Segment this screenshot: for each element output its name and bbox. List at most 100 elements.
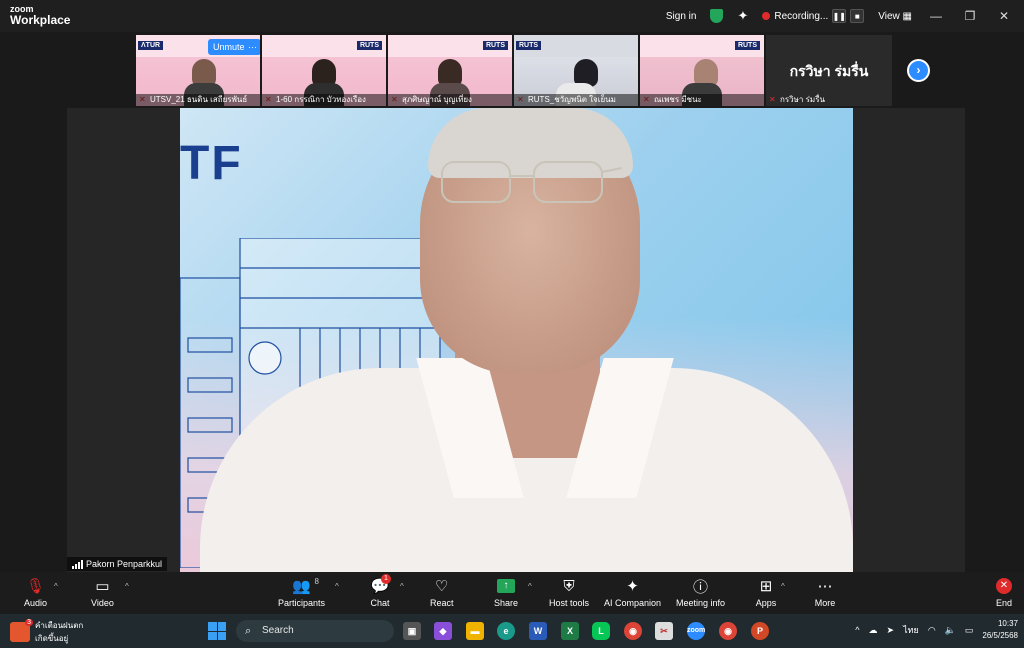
participant-name: ณเพชร มีชนะ — [640, 94, 764, 106]
active-speaker-video[interactable]: TF — [180, 108, 853, 572]
speaker-name: Pakorn Penparkkul — [86, 559, 163, 569]
brand-logo: RUTS — [356, 41, 382, 50]
participant-name: สุภศิษญาณ์ บุญเที่ยง — [388, 94, 512, 106]
end-label: End — [995, 598, 1012, 608]
video-options-chevron-icon[interactable]: ^ — [125, 582, 129, 591]
windows-start-icon[interactable] — [208, 622, 226, 640]
chrome-icon[interactable]: ◉ — [624, 622, 642, 640]
view-button[interactable]: View ▦ — [878, 11, 912, 22]
input-language[interactable]: ไทย — [903, 623, 919, 637]
participant-tile[interactable]: ɅTUR Unmute ··· ✕ UTSV_21 ธนดิน เสถียรพั… — [136, 35, 260, 106]
participant-tile[interactable]: RUTS ✕ 1-60 กรรณิกา บัวทองเรือง — [262, 35, 386, 106]
video-button[interactable]: ▭ Video — [91, 577, 114, 608]
pause-recording-button[interactable]: ❚❚ — [832, 9, 847, 23]
participant-tile-no-video[interactable]: กรวิษา ร่มรื่น ✕ กรวิษา ร่มรื่น — [766, 35, 892, 106]
audio-label: Audio — [24, 598, 48, 608]
chat-label: Chat — [370, 598, 390, 608]
share-label: Share — [494, 598, 519, 608]
search-label: Search — [262, 625, 294, 636]
brand-logo: RUTS — [734, 41, 760, 50]
more-dots-icon: ⋯ — [817, 578, 833, 595]
ai-sparkle-icon[interactable]: ✦ — [737, 8, 748, 24]
windows-taskbar: 3 คำเตือนฝนตก เกิดขึ้นอยู่ ⌕ Search ▣ ◆ … — [0, 614, 1024, 648]
eyeglasses — [441, 161, 622, 203]
weather-title: คำเตือนฝนตก — [35, 621, 84, 630]
ai-companion-label: AI Companion — [604, 598, 662, 608]
participants-button[interactable]: 👥 8 Participants — [278, 577, 325, 608]
apps-options-chevron-icon[interactable]: ^ — [781, 582, 785, 591]
zoom-app-icon[interactable]: zoom — [687, 622, 705, 640]
ai-companion-button[interactable]: ✦ AI Companion — [604, 577, 661, 608]
excel-icon[interactable]: X — [561, 622, 579, 640]
zoom-logo: zoom Workplace — [10, 5, 71, 27]
participant-tile[interactable]: RUTS ✕ RUTS_ชวัญพนิต ใจเย็นม — [514, 35, 638, 106]
more-button[interactable]: ⋯ More — [814, 577, 836, 608]
edge-browser-icon[interactable]: e — [497, 622, 515, 640]
participant-tile[interactable]: RUTS ✕ ณเพชร มีชนะ — [640, 35, 764, 106]
more-label: More — [814, 598, 836, 608]
apps-button[interactable]: ⊞ Apps — [755, 577, 777, 608]
snipping-tool-icon[interactable]: ✂ — [655, 622, 673, 640]
react-button[interactable]: ♡ React — [430, 577, 454, 608]
participant-strip: ɅTUR Unmute ··· ✕ UTSV_21 ธนดิน เสถียรพั… — [136, 35, 892, 106]
signal-bars-icon — [72, 559, 83, 569]
next-page-arrow-icon[interactable]: › — [907, 59, 930, 82]
audio-options-chevron-icon[interactable]: ^ — [54, 582, 58, 591]
participant-tile[interactable]: RUTS ✕ สุภศิษญาณ์ บุญเที่ยง — [388, 35, 512, 106]
share-button[interactable]: ↑ Share — [494, 577, 518, 608]
brand-logo: ɅTUR — [138, 41, 164, 50]
participants-options-chevron-icon[interactable]: ^ — [335, 582, 339, 591]
recording-dot-icon — [762, 12, 771, 20]
audio-button[interactable]: 🎙 Audio — [24, 577, 47, 608]
apps-grid-icon: ⊞ — [759, 578, 773, 595]
task-view-icon[interactable]: ▣ — [403, 622, 421, 640]
cloud-icon[interactable]: ☁ — [869, 625, 878, 636]
sign-in-link[interactable]: Sign in — [666, 11, 697, 22]
word-icon[interactable]: W — [529, 622, 547, 640]
host-tools-button[interactable]: ⛨ Host tools — [549, 577, 589, 609]
participants-count: 8 — [314, 577, 319, 586]
stop-recording-button[interactable]: ■ — [850, 9, 865, 23]
chat-button[interactable]: 💬 1 Chat — [369, 574, 391, 608]
security-shield-icon[interactable] — [710, 9, 724, 23]
chat-options-chevron-icon[interactable]: ^ — [400, 582, 404, 591]
clock[interactable]: 10:37 26/5/2568 — [982, 618, 1018, 642]
end-meeting-button[interactable]: ✕ End — [993, 577, 1015, 608]
minimize-icon[interactable]: — — [926, 9, 946, 23]
end-call-icon: ✕ — [993, 577, 1015, 595]
file-explorer-icon[interactable]: ▬ — [466, 622, 484, 640]
powerpoint-icon[interactable]: P — [751, 622, 769, 640]
copilot-icon[interactable]: ◆ — [434, 622, 452, 640]
ai-sparkle-icon: ✦ — [626, 578, 639, 595]
tile-more-button[interactable]: ··· — [244, 39, 260, 55]
participants-label: Participants — [278, 598, 326, 608]
meeting-info-button[interactable]: ⓘ Meeting info — [676, 577, 725, 609]
location-icon[interactable]: ➤ — [887, 625, 895, 636]
heart-icon: ♡ — [435, 578, 449, 595]
title-bar: zoom Workplace Sign in ✦ Recording... ❚❚… — [0, 0, 1024, 32]
taskbar-search-input[interactable]: ⌕ Search — [236, 620, 394, 642]
system-tray: ^ ☁ ➤ ไทย ◠ 🔈 ▭ 10:37 26/5/2568 — [855, 618, 1018, 642]
view-label: View — [878, 10, 900, 22]
share-options-chevron-icon[interactable]: ^ — [528, 582, 532, 591]
weather-widget[interactable]: 3 คำเตือนฝนตก เกิดขึ้นอยู่ — [10, 619, 83, 645]
speaker-volume-icon[interactable]: 🔈 — [945, 625, 956, 636]
close-icon[interactable]: ✕ — [994, 9, 1014, 23]
video-camera-icon: ▭ — [95, 578, 110, 595]
participant-name: RUTS_ชวัญพนิต ใจเย็นม — [514, 94, 638, 106]
meeting-toolbar: 🎙 Audio ^ ▭ Video ^ 👥 8 Participants ^ 💬 1… — [0, 572, 1024, 614]
search-icon: ⌕ — [245, 625, 252, 637]
background-logo-text: TF — [180, 137, 243, 190]
chrome-profile-icon[interactable]: ◉ — [719, 622, 737, 640]
participant-display-name: กรวิษา ร่มรื่น — [789, 63, 869, 79]
title-bar-controls: Sign in ✦ Recording... ❚❚ ■ View ▦ — ❐ ✕ — [666, 0, 1014, 32]
wifi-icon[interactable]: ◠ — [928, 625, 936, 636]
logo-line-2: Workplace — [10, 13, 71, 27]
react-label: React — [430, 598, 454, 608]
battery-icon[interactable]: ▭ — [965, 625, 974, 636]
tray-overflow-chevron-icon[interactable]: ^ — [855, 625, 859, 635]
restore-icon[interactable]: ❐ — [960, 9, 980, 23]
speaker-name-label: Pakorn Penparkkul — [67, 557, 168, 571]
participants-icon: 👥 8 — [292, 577, 319, 595]
line-app-icon[interactable]: L — [592, 622, 610, 640]
